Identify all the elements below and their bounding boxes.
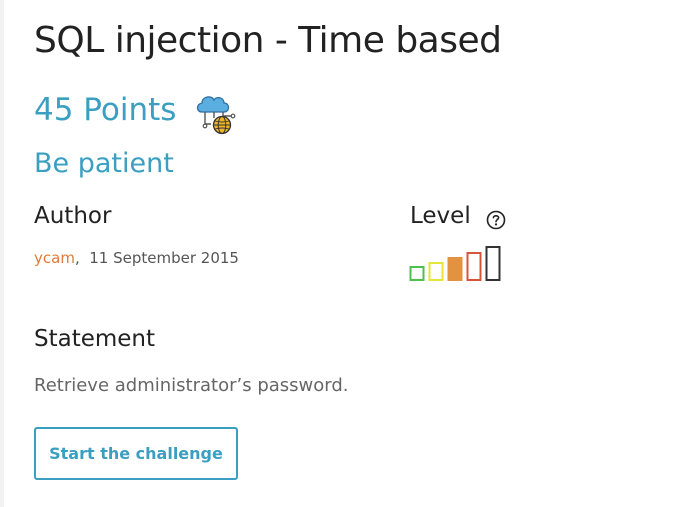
left-border: [0, 0, 4, 507]
level-bar-4: [466, 252, 482, 281]
level-bar-5: [485, 246, 501, 281]
cloud-network-globe-icon: [196, 96, 236, 135]
publish-date: 11 September 2015: [89, 249, 239, 267]
difficulty-level-bars: [409, 246, 501, 281]
points-label: 45 Points: [34, 92, 177, 128]
start-challenge-button[interactable]: Start the challenge: [34, 427, 238, 480]
page-title: SQL injection - Time based: [34, 20, 502, 61]
question-circle-icon[interactable]: [486, 210, 506, 230]
statement-heading: Statement: [34, 326, 156, 352]
challenge-subtitle: Be patient: [34, 148, 174, 179]
level-bar-2: [428, 262, 444, 281]
level-heading: Level: [410, 203, 471, 229]
statement-text: Retrieve administrator’s password.: [34, 375, 349, 396]
author-heading: Author: [34, 203, 112, 229]
author-separator: ,: [74, 249, 80, 267]
level-bar-3: [447, 257, 463, 281]
author-line: ycam, 11 September 2015: [34, 249, 239, 267]
level-bar-1: [409, 266, 425, 281]
author-link[interactable]: ycam: [34, 249, 75, 267]
